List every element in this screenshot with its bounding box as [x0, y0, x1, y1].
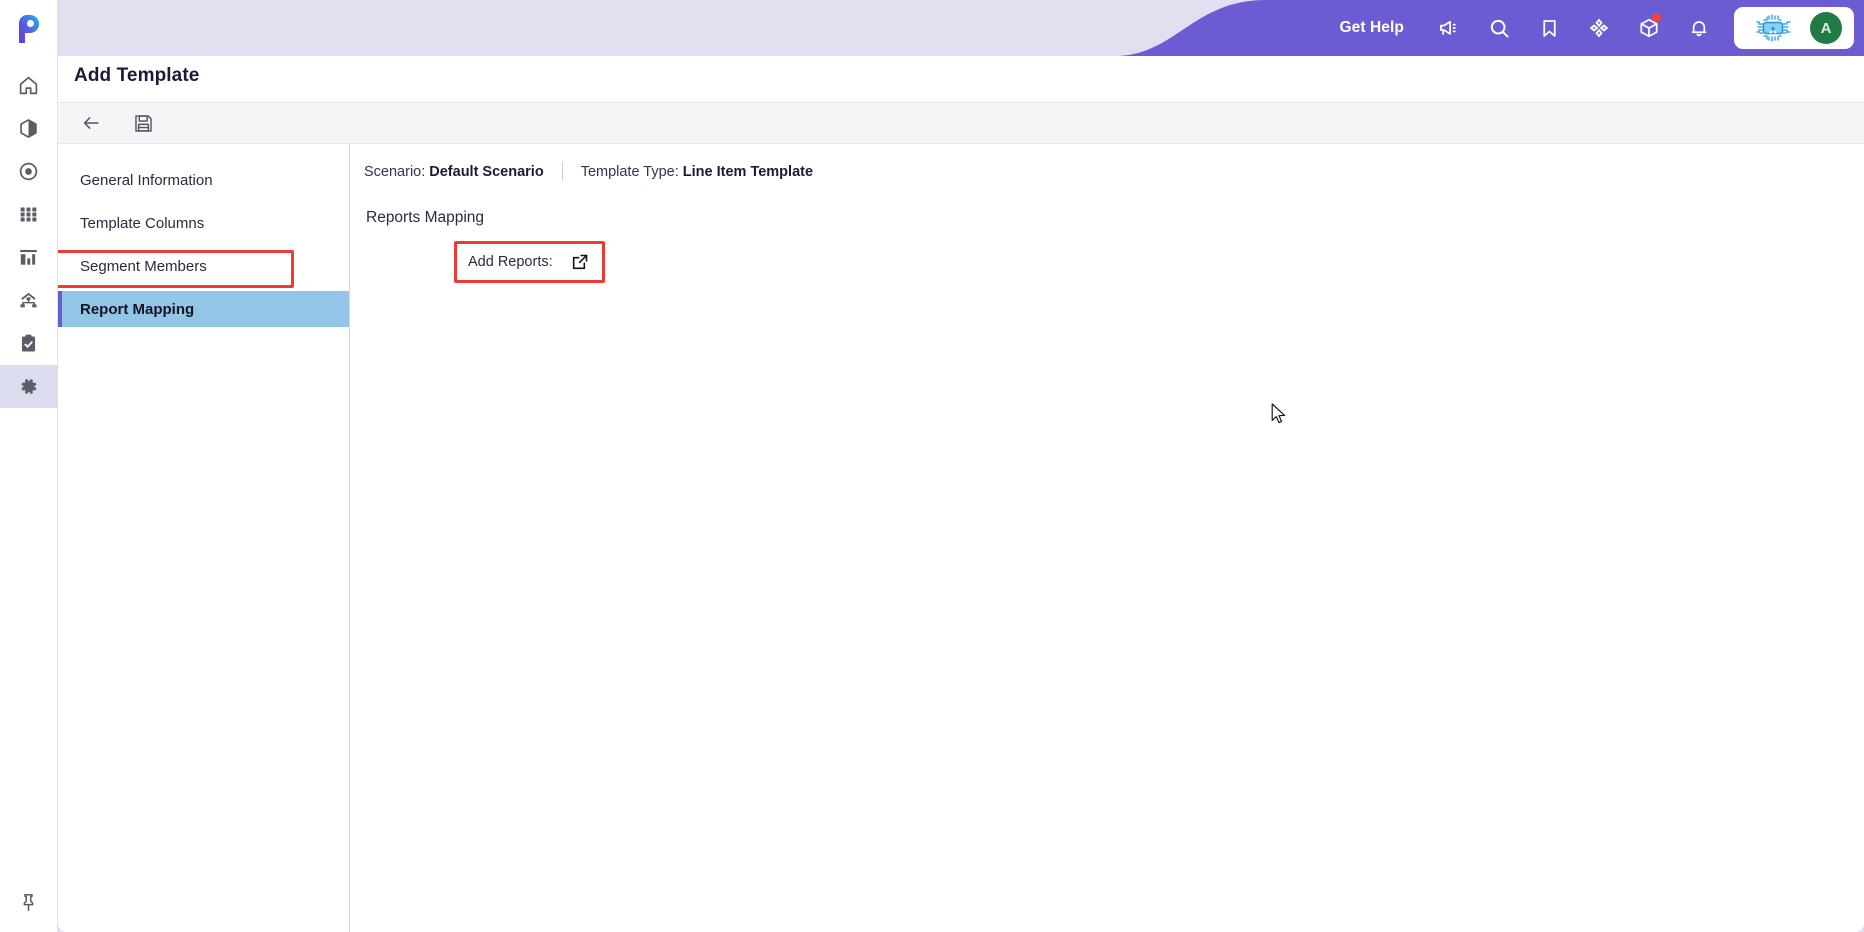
bell-icon [1691, 21, 1707, 37]
focus-target-icon [1589, 18, 1609, 38]
announcements-button[interactable] [1424, 0, 1474, 56]
nav-item-segment-members[interactable]: Segment Members [58, 248, 349, 284]
grid-icon [20, 207, 37, 222]
sidebar-item-settings[interactable] [0, 365, 58, 408]
clipboard-check-icon [21, 334, 36, 352]
gear-icon [21, 379, 37, 394]
nav-item-report-mapping[interactable]: Report Mapping [58, 291, 349, 327]
sidebar-item-tasks[interactable] [0, 322, 58, 365]
search-icon [1490, 19, 1509, 38]
application-window: Get Help A Add Template General Informat… [0, 0, 1864, 932]
nav-item-general-information[interactable]: General Information [58, 162, 349, 198]
save-button[interactable] [130, 110, 156, 136]
focus-button[interactable] [1574, 0, 1624, 56]
page-header: Add Template [58, 50, 1864, 102]
floppy-disk-icon [134, 114, 152, 132]
user-pill[interactable]: A [1734, 7, 1854, 49]
search-button[interactable] [1474, 0, 1524, 56]
scenario-value: Default Scenario [429, 163, 544, 180]
ai-chip-icon [1756, 14, 1791, 42]
sidebar-item-pin[interactable] [0, 872, 58, 932]
main-shell: Get Help A Add Template General Informat… [58, 0, 1864, 932]
sidebar-item-home[interactable] [0, 64, 58, 107]
scenario-label: Scenario: [364, 163, 426, 180]
cube-icon [20, 119, 37, 138]
template-nav-panel: General Information Template Columns Seg… [58, 144, 350, 932]
logo-p-icon [18, 15, 39, 43]
pin-icon [23, 893, 34, 911]
sidebar-item-models[interactable] [0, 107, 58, 150]
template-type-label: Template Type: [580, 163, 679, 180]
sidebar-item-reports[interactable] [0, 236, 58, 279]
home-icon [19, 76, 38, 95]
top-banner: Get Help A [58, 0, 1864, 56]
ai-chip-button[interactable] [1750, 13, 1796, 43]
avatar[interactable]: A [1810, 12, 1842, 44]
sidebar-item-hierarchy[interactable] [0, 279, 58, 322]
sidebar-item-grid[interactable] [0, 193, 58, 236]
template-type-value: Line Item Template [682, 163, 814, 180]
target-icon [19, 162, 38, 181]
top-banner-actions: Get Help A [1319, 0, 1864, 56]
bar-chart-icon [20, 249, 37, 265]
page-title: Add Template [74, 65, 200, 86]
nav-item-template-columns[interactable]: Template Columns [58, 205, 349, 241]
app-logo[interactable] [0, 0, 58, 58]
notifications-button[interactable] [1674, 0, 1724, 56]
section-title-reports-mapping: Reports Mapping [366, 209, 485, 226]
meta-divider [561, 162, 563, 181]
megaphone-icon [1440, 20, 1456, 35]
page-card: Add Template General Information Templat… [58, 50, 1864, 932]
notification-badge-dot [1652, 13, 1661, 22]
back-button[interactable] [78, 110, 104, 136]
left-icon-rail [0, 0, 58, 932]
get-help-button[interactable]: Get Help [1319, 19, 1424, 37]
bookmark-icon [1542, 19, 1556, 37]
external-link-icon [572, 254, 587, 270]
add-reports-button[interactable] [569, 251, 591, 273]
add-reports-label: Add Reports: [468, 254, 553, 270]
report-mapping-content: Scenario: Default Scenario Template Type… [350, 144, 1864, 932]
page-body: General Information Template Columns Seg… [58, 144, 1864, 932]
arrow-left-icon [83, 117, 99, 129]
rail-item-list [0, 64, 58, 408]
sidebar-item-actuals[interactable] [0, 150, 58, 193]
add-reports-row: Add Reports: [454, 241, 605, 283]
whats-new-button[interactable] [1624, 0, 1674, 56]
bookmarks-button[interactable] [1524, 0, 1574, 56]
hierarchy-icon [20, 293, 37, 308]
page-toolbar [58, 102, 1864, 144]
template-meta-row: Scenario: Default Scenario Template Type… [364, 162, 1864, 181]
